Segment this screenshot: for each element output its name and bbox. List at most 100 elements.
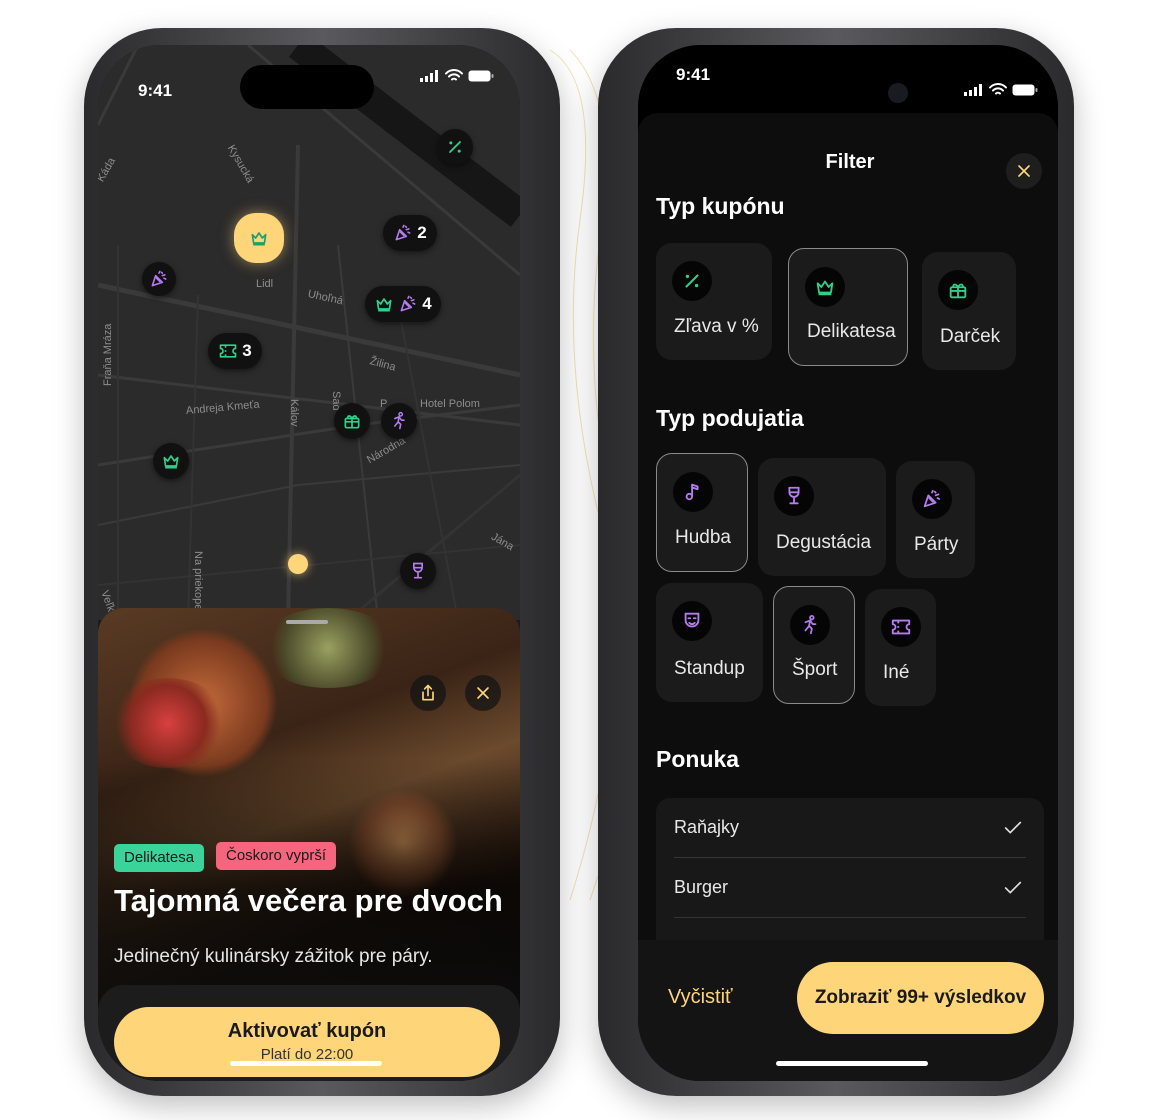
status-time: 9:41 [676, 65, 711, 84]
offer-item-breakfast[interactable]: Raňajky [674, 798, 1026, 858]
filter-option-standup[interactable]: Standup [656, 583, 763, 702]
map-marker-ticket-cluster[interactable]: 3 [208, 333, 262, 369]
map-marker-gift[interactable] [334, 403, 370, 439]
option-label: Iné [883, 662, 910, 683]
option-label: Párty [914, 534, 959, 555]
filter-title: Filter [825, 151, 875, 173]
close-icon [1014, 161, 1034, 181]
percent-icon [445, 137, 465, 157]
music-note-icon [682, 481, 704, 503]
option-label: Zľava v % [674, 316, 759, 337]
map-marker-mixed-cluster[interactable]: 4 [365, 286, 441, 322]
share-button[interactable] [410, 675, 446, 711]
coupon-title: Tajomná večera pre dvoch [114, 883, 503, 918]
signal-icon [964, 84, 984, 96]
close-filter-button[interactable] [1006, 153, 1042, 189]
filter-option-party[interactable]: Párty [896, 461, 975, 578]
crown-icon [374, 294, 394, 314]
wine-icon [783, 485, 805, 507]
category-tag: Delikatesa [114, 844, 205, 872]
crown-icon [249, 228, 269, 248]
gift-icon [342, 411, 362, 431]
coupon-sheet[interactable]: Delikatesa Čoskoro vyprší Tajomná večera… [98, 608, 520, 1081]
filter-option-other[interactable]: Iné [865, 589, 936, 706]
activate-coupon-button[interactable]: Aktivovať kupón Platí do 22:00 [114, 1007, 500, 1077]
marker-count: 4 [422, 294, 432, 313]
home-indicator [230, 1061, 382, 1066]
sheet-drag-handle[interactable] [286, 620, 328, 624]
street-label: Lidl [256, 278, 274, 290]
street-label: Kálov [288, 399, 300, 427]
coupon-description: Jedinečný kulinársky zážitok pre páry. [114, 946, 433, 967]
left-phone-screen: Káda Kysucká Lidl Uhoľná Žilina Fraňa Mr… [98, 45, 520, 1081]
street-label: Hotel Polom [420, 398, 480, 410]
home-indicator [776, 1061, 928, 1066]
party-icon [921, 488, 943, 510]
option-label: Hudba [675, 527, 731, 548]
map-marker-tasting[interactable] [400, 553, 436, 589]
option-label: Šport [792, 659, 838, 680]
offer-heading: Ponuka [656, 746, 740, 772]
filter-option-tasting[interactable]: Degustácia [758, 458, 886, 576]
map-marker-delicatessen[interactable] [153, 443, 189, 479]
map-marker-discount[interactable] [437, 129, 473, 165]
crown-icon [814, 276, 836, 298]
gift-icon [947, 279, 969, 301]
front-camera [888, 83, 908, 103]
close-icon [473, 683, 493, 703]
sport-icon [389, 411, 409, 431]
percent-icon [681, 270, 703, 292]
sport-icon [799, 614, 821, 636]
filter-option-sport[interactable]: Šport [773, 586, 855, 704]
dynamic-island [240, 65, 374, 109]
map-marker-sport[interactable] [381, 403, 417, 439]
filter-option-music[interactable]: Hudba [656, 453, 748, 572]
user-location-dot [288, 554, 308, 574]
share-icon [418, 683, 438, 703]
map-view[interactable]: Káda Kysucká Lidl Uhoľná Žilina Fraňa Mr… [98, 45, 520, 620]
crown-icon [161, 451, 181, 471]
clear-button[interactable]: Vyčistiť [668, 986, 733, 1009]
party-icon [393, 223, 413, 243]
coupon-type-heading: Typ kupónu [656, 193, 785, 219]
street-label: Fraňa Mráza [102, 323, 114, 386]
wifi-icon [445, 69, 463, 82]
offer-list: Raňajky Burger [656, 798, 1044, 958]
signal-icon [420, 70, 440, 82]
theater-mask-icon [681, 610, 703, 632]
filter-option-gift[interactable]: Darček [922, 252, 1016, 370]
offer-label: Raňajky [674, 817, 740, 837]
status-time: 9:41 [138, 81, 173, 100]
battery-icon [468, 70, 494, 82]
activate-label: Aktivovať kupón [227, 1020, 387, 1042]
show-results-button[interactable]: Zobraziť 99+ výsledkov [797, 962, 1044, 1034]
map-marker-party-cluster[interactable]: 2 [383, 215, 437, 251]
street-label: Na priekope [192, 551, 204, 611]
option-label: Degustácia [776, 532, 872, 553]
battery-icon [1012, 84, 1038, 96]
marker-count: 3 [242, 341, 252, 360]
close-button[interactable] [465, 675, 501, 711]
check-icon [1002, 817, 1024, 839]
party-icon [398, 294, 418, 314]
option-label: Darček [940, 326, 1001, 347]
filter-option-delicatessen[interactable]: Delikatesa [788, 248, 908, 366]
right-phone-screen: 9:41 Filter Typ kupónu Zľava v % Delikat… [638, 45, 1058, 1081]
map-marker-delicatessen-selected[interactable] [234, 213, 284, 263]
option-label: Delikatesa [807, 321, 896, 342]
map-marker-party[interactable] [142, 262, 176, 296]
offer-item-burger[interactable]: Burger [674, 858, 1026, 918]
party-icon [149, 269, 169, 289]
option-label: Standup [674, 658, 745, 679]
check-icon [1002, 877, 1024, 899]
expiring-tag: Čoskoro vyprší [216, 842, 337, 870]
filter-option-discount[interactable]: Zľava v % [656, 243, 772, 360]
offer-label: Burger [674, 877, 729, 897]
wine-icon [408, 561, 428, 581]
wifi-icon [989, 83, 1007, 96]
ticket-icon [218, 341, 238, 361]
filter-sheet: Filter Typ kupónu Zľava v % Delikatesa D… [638, 113, 1058, 1081]
marker-count: 2 [417, 223, 427, 242]
ticket-icon [890, 616, 912, 638]
event-type-heading: Typ podujatia [656, 405, 804, 431]
